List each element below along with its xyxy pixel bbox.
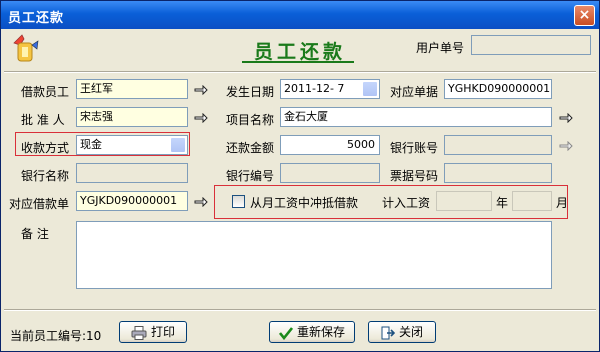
project-field[interactable]: 金石大厦 — [280, 107, 552, 127]
date-value: 2011-12- 7 — [284, 82, 345, 95]
pick-employee-icon[interactable] — [194, 85, 208, 95]
remarks-field[interactable] — [76, 221, 552, 289]
pick-account-icon[interactable] — [559, 141, 573, 151]
bank-account-label: 银行账号 — [390, 141, 439, 155]
chevron-down-icon[interactable] — [534, 193, 550, 209]
ref-no-label: 对应单据 — [390, 85, 439, 99]
print-label: 打印 — [150, 325, 175, 339]
money-bag-icon — [13, 34, 39, 62]
bank-account-field[interactable] — [444, 135, 552, 155]
date-picker[interactable]: 2011-12- 7 — [280, 79, 380, 99]
exit-door-icon — [381, 326, 395, 339]
close-icon: × — [578, 7, 591, 23]
close-label: 关闭 — [398, 325, 423, 339]
print-button[interactable]: 打印 — [119, 321, 187, 343]
borrower-field[interactable]: 王红军 — [76, 79, 188, 99]
bank-name-field[interactable] — [76, 163, 188, 183]
chevron-down-icon[interactable] — [474, 193, 490, 209]
offset-label: 从月工资中冲抵借款 — [250, 196, 359, 210]
approver-label: 批 准 人 — [21, 113, 65, 127]
checkmark-icon — [278, 326, 293, 340]
window-title: 员工还款 — [8, 11, 65, 26]
chevron-down-icon[interactable] — [362, 81, 378, 97]
repay-window: 员工还款 × 员工还款 用户单号 借款员工 王红军 发生日期 2011-12- … — [0, 0, 600, 352]
resave-button[interactable]: 重新保存 — [269, 321, 355, 343]
invoice-label: 票据号码 — [390, 169, 439, 183]
ref-no-field[interactable]: YGHKD090000001 — [444, 79, 552, 99]
pay-method-value: 现金 — [80, 138, 102, 151]
offset-checkbox[interactable] — [232, 195, 245, 208]
year-label: 年 — [496, 196, 509, 210]
close-window-button[interactable]: × — [574, 5, 595, 26]
pay-method-label: 收款方式 — [21, 141, 70, 155]
resave-label: 重新保存 — [296, 325, 345, 339]
form-heading: 员工还款 — [254, 41, 347, 63]
borrower-label: 借款员工 — [21, 85, 70, 99]
bank-no-field[interactable] — [280, 163, 380, 183]
pay-method-select[interactable]: 现金 — [76, 135, 188, 155]
amount-label: 还款金额 — [226, 141, 275, 155]
loan-no-label: 对应借款单 — [9, 197, 70, 211]
pick-approver-icon[interactable] — [194, 113, 208, 123]
loan-no-field[interactable]: YGJKD090000001 — [76, 191, 188, 211]
title-bar[interactable]: 员工还款 × — [1, 1, 599, 29]
bank-no-label: 银行编号 — [226, 169, 275, 183]
form-client: 员工还款 用户单号 借款员工 王红军 发生日期 2011-12- 7 对应单据 … — [4, 29, 596, 349]
invoice-field[interactable] — [444, 163, 552, 183]
close-button[interactable]: 关闭 — [368, 321, 436, 343]
remarks-label: 备 注 — [21, 227, 49, 241]
month-label: 月 — [556, 196, 569, 210]
chevron-down-icon[interactable] — [170, 137, 186, 153]
footer-divider — [4, 309, 596, 311]
user-no-label: 用户单号 — [416, 41, 465, 55]
bank-name-label: 银行名称 — [21, 169, 70, 183]
header-divider — [4, 71, 596, 73]
salary-month-select[interactable] — [512, 191, 552, 211]
heading-underline — [242, 61, 354, 63]
pick-loan-icon[interactable] — [194, 197, 208, 207]
amount-field[interactable]: 5000 — [280, 135, 380, 155]
project-label: 项目名称 — [226, 113, 275, 127]
printer-icon — [131, 325, 147, 340]
salary-year-select[interactable] — [436, 191, 492, 211]
form-header: 员工还款 用户单号 — [4, 29, 596, 69]
pick-project-icon[interactable] — [559, 113, 573, 123]
employee-no-status: 当前员工编号:10 — [10, 329, 102, 343]
salary-label: 计入工资 — [382, 196, 431, 210]
user-no-field[interactable] — [471, 35, 591, 55]
date-label: 发生日期 — [226, 85, 275, 99]
approver-field[interactable]: 宋志强 — [76, 107, 188, 127]
